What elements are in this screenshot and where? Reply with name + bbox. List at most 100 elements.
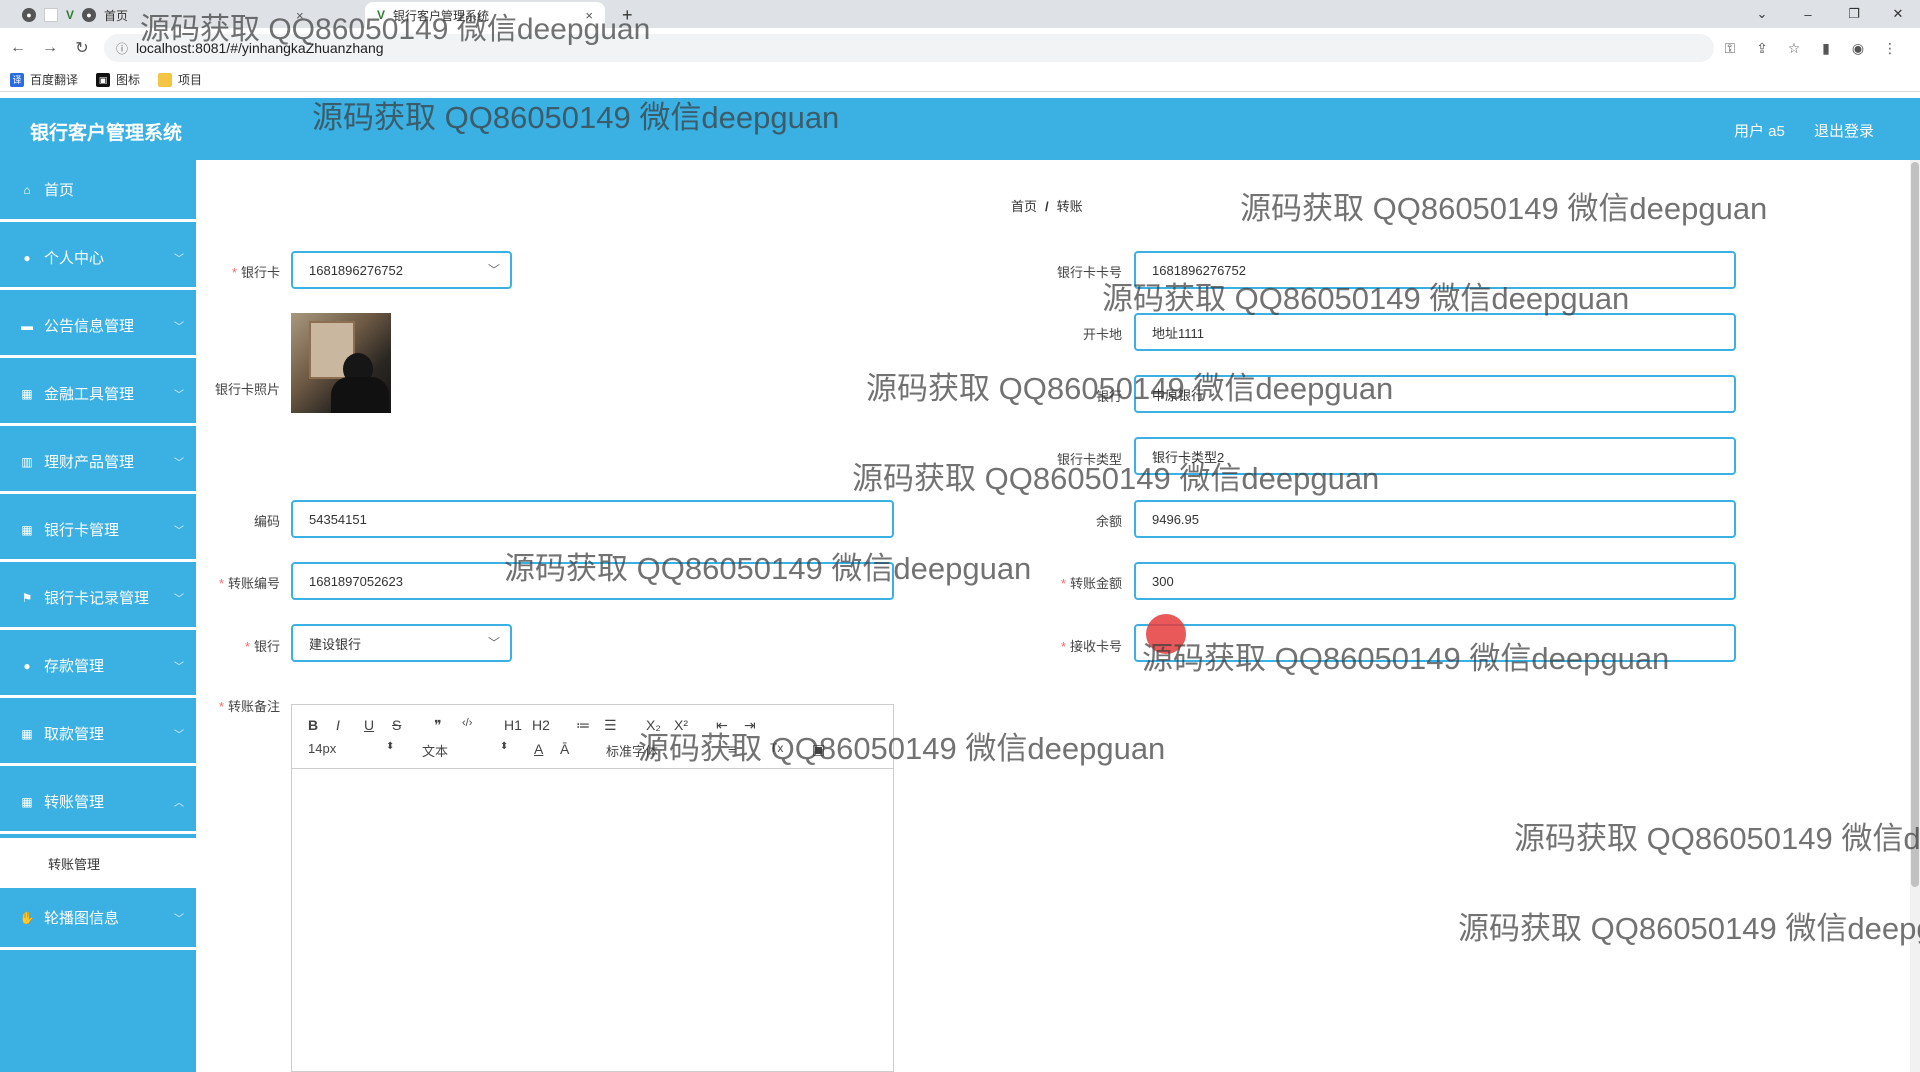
minimize-button[interactable]: –: [1786, 0, 1830, 28]
open-place-label: 开卡地: [1082, 327, 1122, 342]
bank-select[interactable]: 建设银行 ﹀: [291, 624, 512, 662]
restore-button[interactable]: ❐: [1832, 0, 1876, 28]
ordered-list-button[interactable]: ≔: [576, 717, 590, 734]
star-icon[interactable]: ☆: [1778, 34, 1810, 62]
font-color-button[interactable]: A: [534, 741, 543, 757]
outdent-button[interactable]: ⇤: [716, 717, 728, 734]
menu-icon[interactable]: ⋮: [1874, 34, 1906, 62]
home-icon: ⌂: [23, 182, 31, 197]
close-window-button[interactable]: ✕: [1876, 0, 1920, 28]
sidebar-item-bank-cards[interactable]: ▦ 银行卡管理 ﹀: [0, 500, 196, 562]
close-icon[interactable]: ×: [296, 8, 304, 23]
globe-icon: ●: [82, 8, 97, 22]
new-tab-button[interactable]: +: [610, 2, 645, 28]
breadcrumb-home[interactable]: 首页: [1011, 199, 1037, 214]
balance-label: 余额: [1095, 514, 1122, 529]
browser-tab-active[interactable]: V 银行客户管理系统 ×: [365, 2, 605, 28]
flag-icon: ⚑: [21, 590, 33, 605]
sidebar-item-wealth-products[interactable]: ▥ 理财产品管理 ﹀: [0, 432, 196, 494]
forward-button[interactable]: →: [36, 34, 64, 62]
logout-link[interactable]: 退出登录: [1814, 120, 1874, 141]
grid-icon: ▦: [21, 386, 33, 401]
editor-content-area[interactable]: [292, 769, 893, 1072]
bookmark-item[interactable]: 项目: [158, 71, 202, 88]
card-type-field[interactable]: 银行卡类型2: [1134, 437, 1736, 475]
italic-button[interactable]: I: [336, 717, 340, 733]
transfer-no-field[interactable]: 1681897052623: [291, 562, 894, 600]
balance-field[interactable]: 9496.95: [1134, 500, 1736, 538]
font-size-select[interactable]: 14px: [308, 741, 336, 756]
close-icon[interactable]: ×: [585, 8, 593, 23]
grid-icon: ▦: [21, 522, 33, 537]
receiver-field[interactable]: [1134, 624, 1736, 662]
strike-button[interactable]: S: [392, 717, 401, 733]
bookmark-item[interactable]: ▣ 图标: [96, 71, 140, 88]
font-family-select[interactable]: 标准字体: [606, 741, 658, 760]
background-color-button[interactable]: Ā: [560, 741, 569, 757]
sidebar-item-profile[interactable]: ● 个人中心 ﹀: [0, 228, 196, 290]
select-arrows-icon: ⬍: [500, 741, 509, 752]
underline-button[interactable]: U: [364, 717, 374, 733]
folder-icon: [158, 72, 173, 87]
info-icon[interactable]: ⓘ: [116, 40, 128, 57]
thumb-icon: ✋: [19, 910, 35, 925]
remark-editor[interactable]: B I U S ❞ ‹/› H1 H2 ≔ ☰ X₂ X² ⇤ ⇥ 14px ⬍…: [291, 704, 894, 1072]
clear-format-button[interactable]: Tx: [770, 741, 783, 755]
bookmark-item[interactable]: 译百度翻译: [10, 71, 78, 88]
profile-icon[interactable]: ◉: [1842, 34, 1874, 62]
key-icon[interactable]: ⚿: [1714, 34, 1746, 62]
subscript-button[interactable]: X₂: [646, 717, 661, 733]
bullet-list-button[interactable]: ☰: [604, 717, 617, 734]
bank-name-field[interactable]: 中原银行: [1134, 375, 1736, 413]
align-button[interactable]: ≡: [728, 741, 736, 757]
chevron-down-icon: ﹀: [174, 526, 184, 537]
sidebar-item-withdrawals[interactable]: ▦ 取款管理 ﹀: [0, 704, 196, 766]
back-button[interactable]: ←: [4, 34, 32, 62]
sidebar-subitem-transfer[interactable]: 转账管理: [0, 838, 196, 888]
url-text: localhost:8081/#/yinhangkaZhuanzhang: [136, 40, 384, 56]
indent-button[interactable]: ⇥: [744, 717, 756, 734]
h1-button[interactable]: H1: [504, 717, 522, 733]
header-format-select[interactable]: 文本: [422, 741, 448, 760]
page-icon: [44, 8, 58, 22]
code-field[interactable]: 54354151: [291, 500, 894, 538]
code-button[interactable]: ‹/›: [462, 717, 472, 729]
amount-field[interactable]: 300: [1134, 562, 1736, 600]
sidebar-item-transfers[interactable]: ▦ 转账管理 ︿: [0, 772, 196, 834]
globe-icon: ●: [22, 8, 36, 22]
chevron-down-icon: ﹀: [487, 263, 500, 277]
sidebar-item-financial-tools[interactable]: ▦ 金融工具管理 ﹀: [0, 364, 196, 426]
card-photo-image: [291, 313, 391, 413]
sidebar: ⌂ 首页 ● 个人中心 ﹀ ▬ 公告信息管理 ﹀ ▦ 金融工具管理 ﹀ ▥ 理财产品管理 ﹀ ▦ 银…: [0, 160, 196, 1072]
sidebar-item-deposits[interactable]: ● 存款管理 ﹀: [0, 636, 196, 698]
h2-button[interactable]: H2: [532, 717, 550, 733]
card-photo-label: 银行卡照片: [214, 382, 280, 397]
sidebar-item-carousel[interactable]: ✋ 轮播图信息 ﹀: [0, 888, 196, 950]
cursor-highlight: [1146, 614, 1186, 654]
quote-button[interactable]: ❞: [434, 717, 442, 734]
sidebar-item-card-records[interactable]: ⚑ 银行卡记录管理 ﹀: [0, 568, 196, 630]
grid-icon: ▦: [21, 726, 33, 741]
open-place-field[interactable]: 地址1111: [1134, 313, 1736, 351]
reload-button[interactable]: ↻: [68, 34, 96, 62]
breadcrumb: 首页 / 转账: [1011, 199, 1083, 214]
share-icon[interactable]: ⇪: [1746, 34, 1778, 62]
browser-tab[interactable]: ● V ● 首页 ×: [10, 2, 316, 28]
message-icon: ▬: [21, 318, 33, 333]
bold-button[interactable]: B: [308, 717, 318, 733]
editor-toolbar: B I U S ❞ ‹/› H1 H2 ≔ ☰ X₂ X² ⇤ ⇥ 14px ⬍…: [292, 705, 893, 769]
superscript-button[interactable]: X²: [674, 717, 688, 733]
url-bar[interactable]: ⓘ localhost:8081/#/yinhangkaZhuanzhang: [104, 34, 1714, 62]
bank-card-select[interactable]: 1681896276752 ﹀: [291, 251, 512, 289]
app-title: 银行客户管理系统: [30, 123, 183, 144]
chevron-down-icon[interactable]: ⌄: [1740, 0, 1784, 28]
user-icon: ●: [23, 658, 31, 673]
scrollbar-thumb[interactable]: [1911, 162, 1919, 887]
sidebar-item-home[interactable]: ⌂ 首页: [0, 160, 196, 222]
sidebar-item-notices[interactable]: ▬ 公告信息管理 ﹀: [0, 296, 196, 358]
breadcrumb-current: 转账: [1056, 199, 1083, 214]
image-button[interactable]: ▣: [812, 741, 825, 758]
amount-label: * 转账金额: [1060, 576, 1122, 591]
card-number-field[interactable]: 1681896276752: [1134, 251, 1736, 289]
sidebar-panel-icon[interactable]: ▮: [1810, 34, 1842, 62]
